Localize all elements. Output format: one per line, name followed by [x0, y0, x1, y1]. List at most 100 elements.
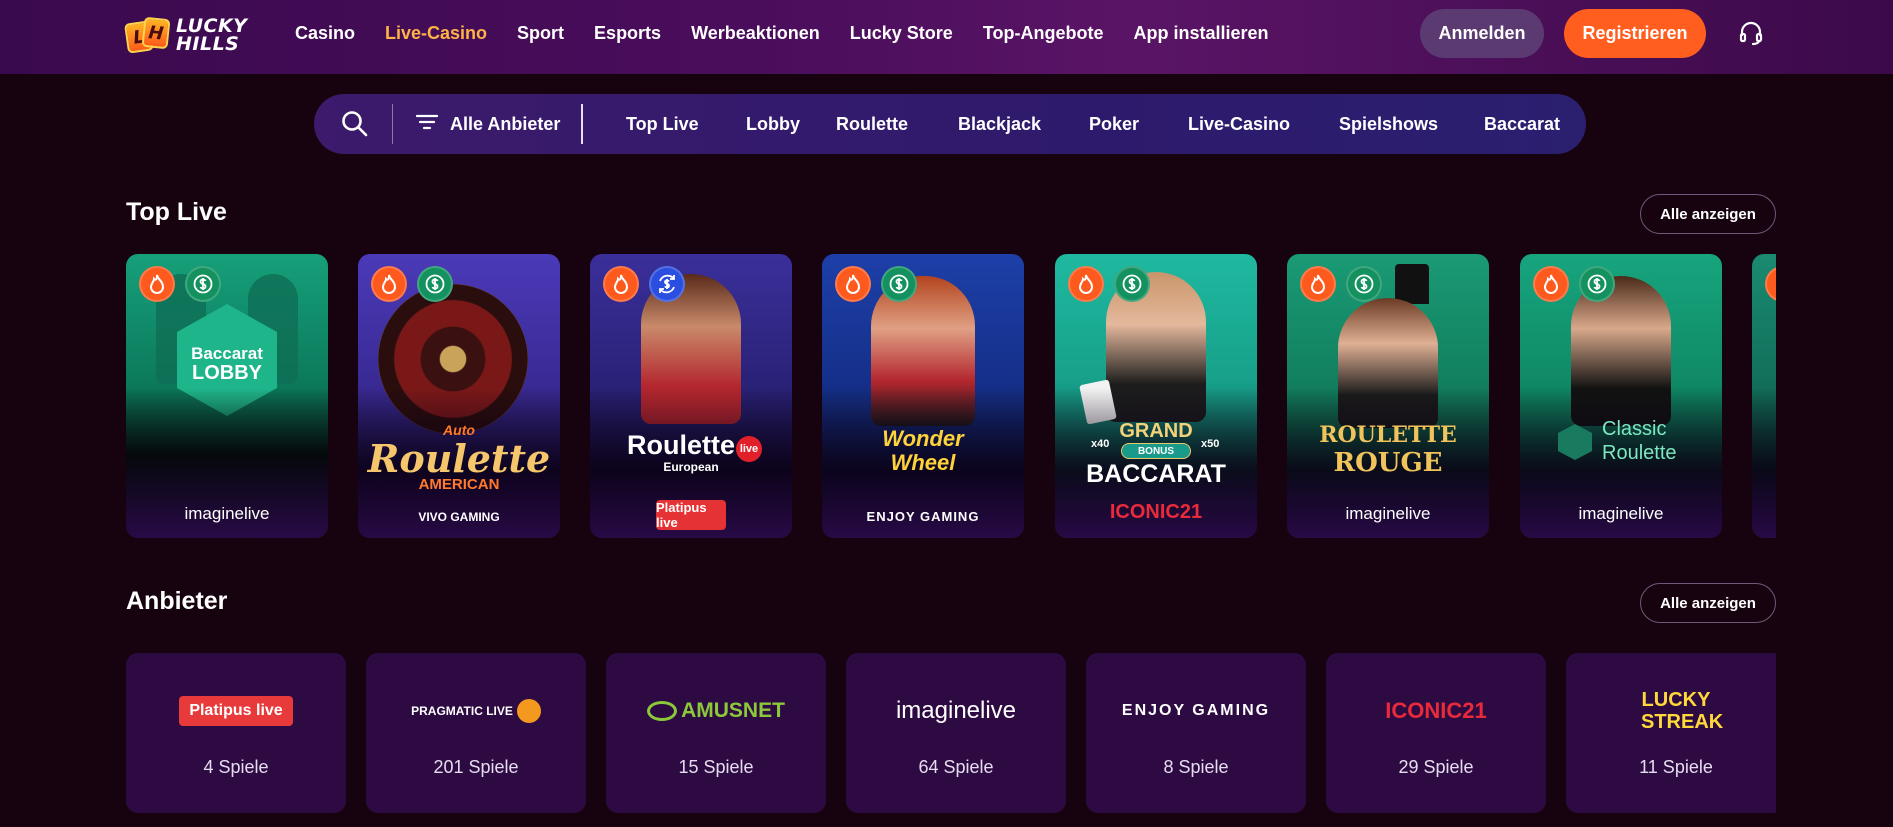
provider-logo-text: AMUSNET: [681, 699, 785, 722]
register-button[interactable]: Registrieren: [1564, 9, 1706, 58]
provider-game-count: 64 Spiele: [918, 757, 994, 777]
provider-game-count: 15 Spiele: [678, 757, 754, 777]
provider-card-iconic21[interactable]: ICONIC21 29 Spiele: [1326, 653, 1546, 813]
fire-icon: [1300, 266, 1336, 302]
provider-logo: ENJOY GAMING: [866, 509, 980, 524]
tab-baccarat[interactable]: Baccarat: [1484, 114, 1560, 135]
provider-logo: Platipus live: [126, 691, 346, 731]
provider-game-count: 201 Spiele: [433, 757, 519, 777]
top-header: L H LUCKY HILLS Casino Live-Casino Sport…: [0, 0, 1893, 74]
top-hat-image: [1395, 264, 1429, 304]
provider-card-pragmatic[interactable]: PRAGMATIC LIVE 201 Spiele: [366, 653, 586, 813]
game-subtitle: LOBBY: [192, 362, 262, 384]
provider-logo: VIVO GAMING: [418, 510, 500, 524]
provider-game-count: 29 Spiele: [1398, 757, 1474, 777]
game-title: Classic: [1602, 418, 1667, 440]
nav-lucky-store[interactable]: Lucky Store: [850, 23, 953, 44]
fire-icon: [371, 266, 407, 302]
headset-icon[interactable]: [1736, 18, 1766, 48]
tab-spielshows[interactable]: Spielshows: [1339, 114, 1438, 135]
dollar-icon: [417, 266, 453, 302]
provider-logo-text: Platipus live: [179, 696, 293, 726]
logo-tile-h: H: [141, 16, 171, 50]
provider-card-enjoy-gaming[interactable]: ENJOY GAMING 8 Spiele: [1086, 653, 1306, 813]
game-card-roulette-rouge[interactable]: ROULETTE ROUGE imaginelive: [1287, 254, 1489, 538]
game-card-grand-bonus-baccarat[interactable]: GRAND BONUS x40 x50 BACCARAT ICONIC21: [1055, 254, 1257, 538]
bonus-tag: BONUS: [1121, 443, 1191, 459]
dollar-icon: [1346, 266, 1382, 302]
game-card-roulette-european[interactable]: Roulette live European Platipus live: [590, 254, 792, 538]
nav-casino[interactable]: Casino: [295, 23, 355, 44]
provider-game-count: 11 Spiele: [1639, 757, 1713, 777]
dollar-icon: [881, 266, 917, 302]
tab-poker[interactable]: Poker: [1089, 114, 1139, 135]
search-icon[interactable]: [340, 109, 370, 139]
brand-logo[interactable]: L H LUCKY HILLS: [124, 12, 266, 58]
tab-top-live[interactable]: Top Live: [626, 114, 699, 135]
game-subtitle: European: [663, 460, 719, 474]
amusnet-logo-icon: [647, 701, 678, 721]
nav-werbeaktionen[interactable]: Werbeaktionen: [691, 23, 820, 44]
fire-icon: [139, 266, 175, 302]
game-card-auto-roulette[interactable]: Auto Roulette AMERICAN VIVO GAMING: [358, 254, 560, 538]
game-card-partial[interactable]: [1752, 254, 1776, 538]
game-subtitle: AMERICAN: [418, 476, 500, 493]
provider-logo: ICONIC21: [1326, 691, 1546, 731]
main-nav: Casino Live-Casino Sport Esports Werbeak…: [295, 0, 1299, 66]
divider: [392, 104, 393, 144]
nav-sport[interactable]: Sport: [517, 23, 564, 44]
live-tag: live: [736, 436, 762, 462]
provider-logo-text: LUCKY STREAK: [1641, 689, 1724, 733]
top-live-carousel: Baccarat LOBBY imaginelive Auto Roulette…: [126, 254, 1776, 538]
provider-logo-text: imaginelive: [895, 697, 1017, 724]
game-subtitle: ROUGE: [1333, 448, 1443, 478]
multiplier-left: x40: [1091, 438, 1110, 450]
game-title: Roulette: [367, 436, 551, 481]
provider-logo-text: PRAGMATIC LIVE: [411, 704, 513, 718]
game-subtitle: Roulette: [1602, 442, 1677, 464]
provider-logo: imaginelive: [1345, 504, 1431, 523]
category-filter-bar: Alle Anbieter Top Live Lobby Roulette Bl…: [314, 94, 1586, 154]
nav-top-angebote[interactable]: Top-Angebote: [983, 23, 1104, 44]
provider-filter-label: Alle Anbieter: [450, 113, 561, 134]
provider-card-lucky-streak[interactable]: LUCKY STREAK 11 Spiele: [1566, 653, 1776, 813]
game-card-baccarat-lobby[interactable]: Baccarat LOBBY imaginelive: [126, 254, 328, 538]
provider-logo: AMUSNET: [606, 691, 826, 731]
login-button[interactable]: Anmelden: [1420, 9, 1544, 58]
provider-card-amusnet[interactable]: AMUSNET 15 Spiele: [606, 653, 826, 813]
game-card-classic-roulette[interactable]: Classic Roulette imaginelive: [1520, 254, 1722, 538]
nav-esports[interactable]: Esports: [594, 23, 661, 44]
provider-logo-text: ENJOY GAMING: [1121, 702, 1271, 719]
tab-blackjack[interactable]: Blackjack: [958, 114, 1041, 135]
section-title-top-live: Top Live: [126, 198, 227, 226]
provider-logo: imaginelive: [846, 691, 1066, 731]
provider-game-count: 8 Spiele: [1163, 757, 1229, 777]
show-all-providers-button[interactable]: Alle anzeigen: [1640, 583, 1776, 623]
show-all-top-live-button[interactable]: Alle anzeigen: [1640, 194, 1776, 234]
provider-logo: Platipus live: [656, 500, 726, 530]
provider-logo: imaginelive: [184, 504, 270, 523]
tab-lobby[interactable]: Lobby: [746, 114, 800, 135]
dollar-icon: [185, 266, 221, 302]
game-card-wonder-wheel[interactable]: Wonder Wheel ENJOY GAMING: [822, 254, 1024, 538]
fire-icon: [603, 266, 639, 302]
provider-filter[interactable]: Alle Anbieter: [415, 94, 561, 154]
tab-roulette[interactable]: Roulette: [836, 114, 908, 135]
provider-logo: PRAGMATIC LIVE: [366, 691, 586, 731]
dollar-icon: [1579, 266, 1615, 302]
tab-live-casino[interactable]: Live-Casino: [1188, 114, 1290, 135]
provider-card-imaginelive[interactable]: imaginelive 64 Spiele: [846, 653, 1066, 813]
providers-carousel: Platipus live 4 Spiele PRAGMATIC LIVE 20…: [126, 653, 1776, 813]
game-title: Wonder: [882, 426, 964, 451]
logo-text: LUCKY HILLS: [176, 17, 247, 55]
fire-icon: [1533, 266, 1569, 302]
logo-line2: HILLS: [176, 33, 240, 55]
nav-app-installieren[interactable]: App installieren: [1133, 23, 1268, 44]
pragmatic-live-icon: [516, 699, 541, 723]
game-title: ROULETTE: [1319, 422, 1457, 448]
section-title-providers: Anbieter: [126, 587, 228, 615]
nav-live-casino[interactable]: Live-Casino: [385, 23, 487, 44]
multiplier-right: x50: [1201, 438, 1220, 450]
provider-logo: imaginelive: [1578, 504, 1664, 523]
provider-card-platipus[interactable]: Platipus live 4 Spiele: [126, 653, 346, 813]
